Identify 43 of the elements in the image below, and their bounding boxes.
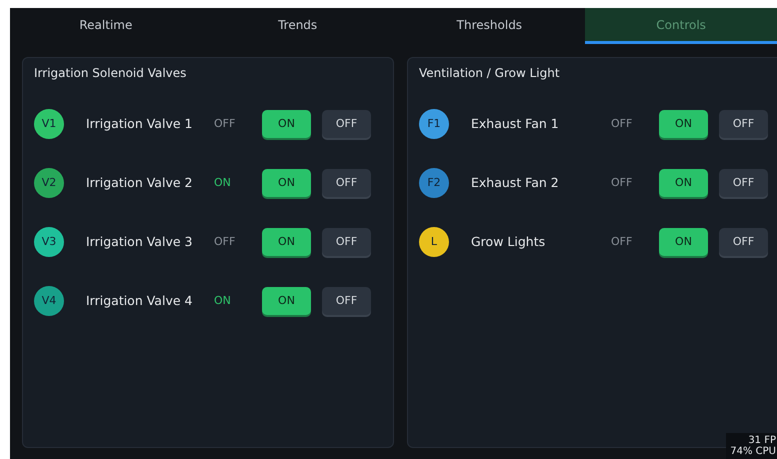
tab[interactable]: Controls bbox=[585, 8, 777, 44]
device-status: ON bbox=[214, 176, 232, 189]
cpu-usage: 74% CPU bbox=[730, 446, 776, 457]
device-name: Exhaust Fan 2 bbox=[471, 175, 560, 190]
tab[interactable]: Trends bbox=[202, 8, 394, 44]
device-badge: V4 bbox=[34, 286, 64, 316]
device-badge: V3 bbox=[34, 226, 64, 256]
on-button[interactable]: ON bbox=[262, 168, 311, 196]
device-status: OFF bbox=[611, 176, 634, 189]
device-name: Irrigation Valve 1 bbox=[86, 116, 194, 131]
device-status: ON bbox=[214, 294, 232, 307]
device-status: OFF bbox=[214, 117, 236, 130]
device-badge: L bbox=[419, 226, 449, 256]
fps-counter: 31 FP bbox=[748, 435, 776, 446]
device-badge: F2 bbox=[419, 168, 449, 198]
panel-title: Irrigation Solenoid Valves bbox=[34, 66, 188, 80]
device-badge: V2 bbox=[34, 168, 64, 198]
on-button[interactable]: ON bbox=[262, 228, 311, 256]
on-button[interactable]: ON bbox=[659, 228, 708, 256]
on-button[interactable]: ON bbox=[262, 286, 311, 314]
off-button[interactable]: OFF bbox=[719, 228, 768, 256]
tab[interactable]: Thresholds bbox=[394, 8, 586, 44]
off-button[interactable]: OFF bbox=[719, 168, 768, 196]
off-button[interactable]: OFF bbox=[322, 110, 371, 138]
off-button[interactable]: OFF bbox=[719, 110, 768, 138]
tab[interactable]: Realtime bbox=[10, 8, 202, 44]
off-button[interactable]: OFF bbox=[322, 168, 371, 196]
device-status: OFF bbox=[611, 117, 634, 130]
device-badge: F1 bbox=[419, 108, 449, 138]
on-button[interactable]: ON bbox=[262, 110, 311, 138]
device-name: Grow Lights bbox=[471, 234, 546, 249]
device-name: Irrigation Valve 3 bbox=[86, 234, 194, 249]
on-button[interactable]: ON bbox=[659, 168, 708, 196]
off-button[interactable]: OFF bbox=[322, 228, 371, 256]
device-status: OFF bbox=[214, 235, 236, 248]
device-badge: V1 bbox=[34, 108, 64, 138]
off-button[interactable]: OFF bbox=[322, 286, 371, 314]
device-name: Irrigation Valve 4 bbox=[86, 293, 194, 308]
panel-title: Ventilation / Grow Light bbox=[419, 66, 561, 80]
device-status: OFF bbox=[611, 235, 634, 248]
device-name: Exhaust Fan 1 bbox=[471, 116, 560, 131]
on-button[interactable]: ON bbox=[659, 110, 708, 138]
device-name: Irrigation Valve 2 bbox=[86, 175, 194, 190]
